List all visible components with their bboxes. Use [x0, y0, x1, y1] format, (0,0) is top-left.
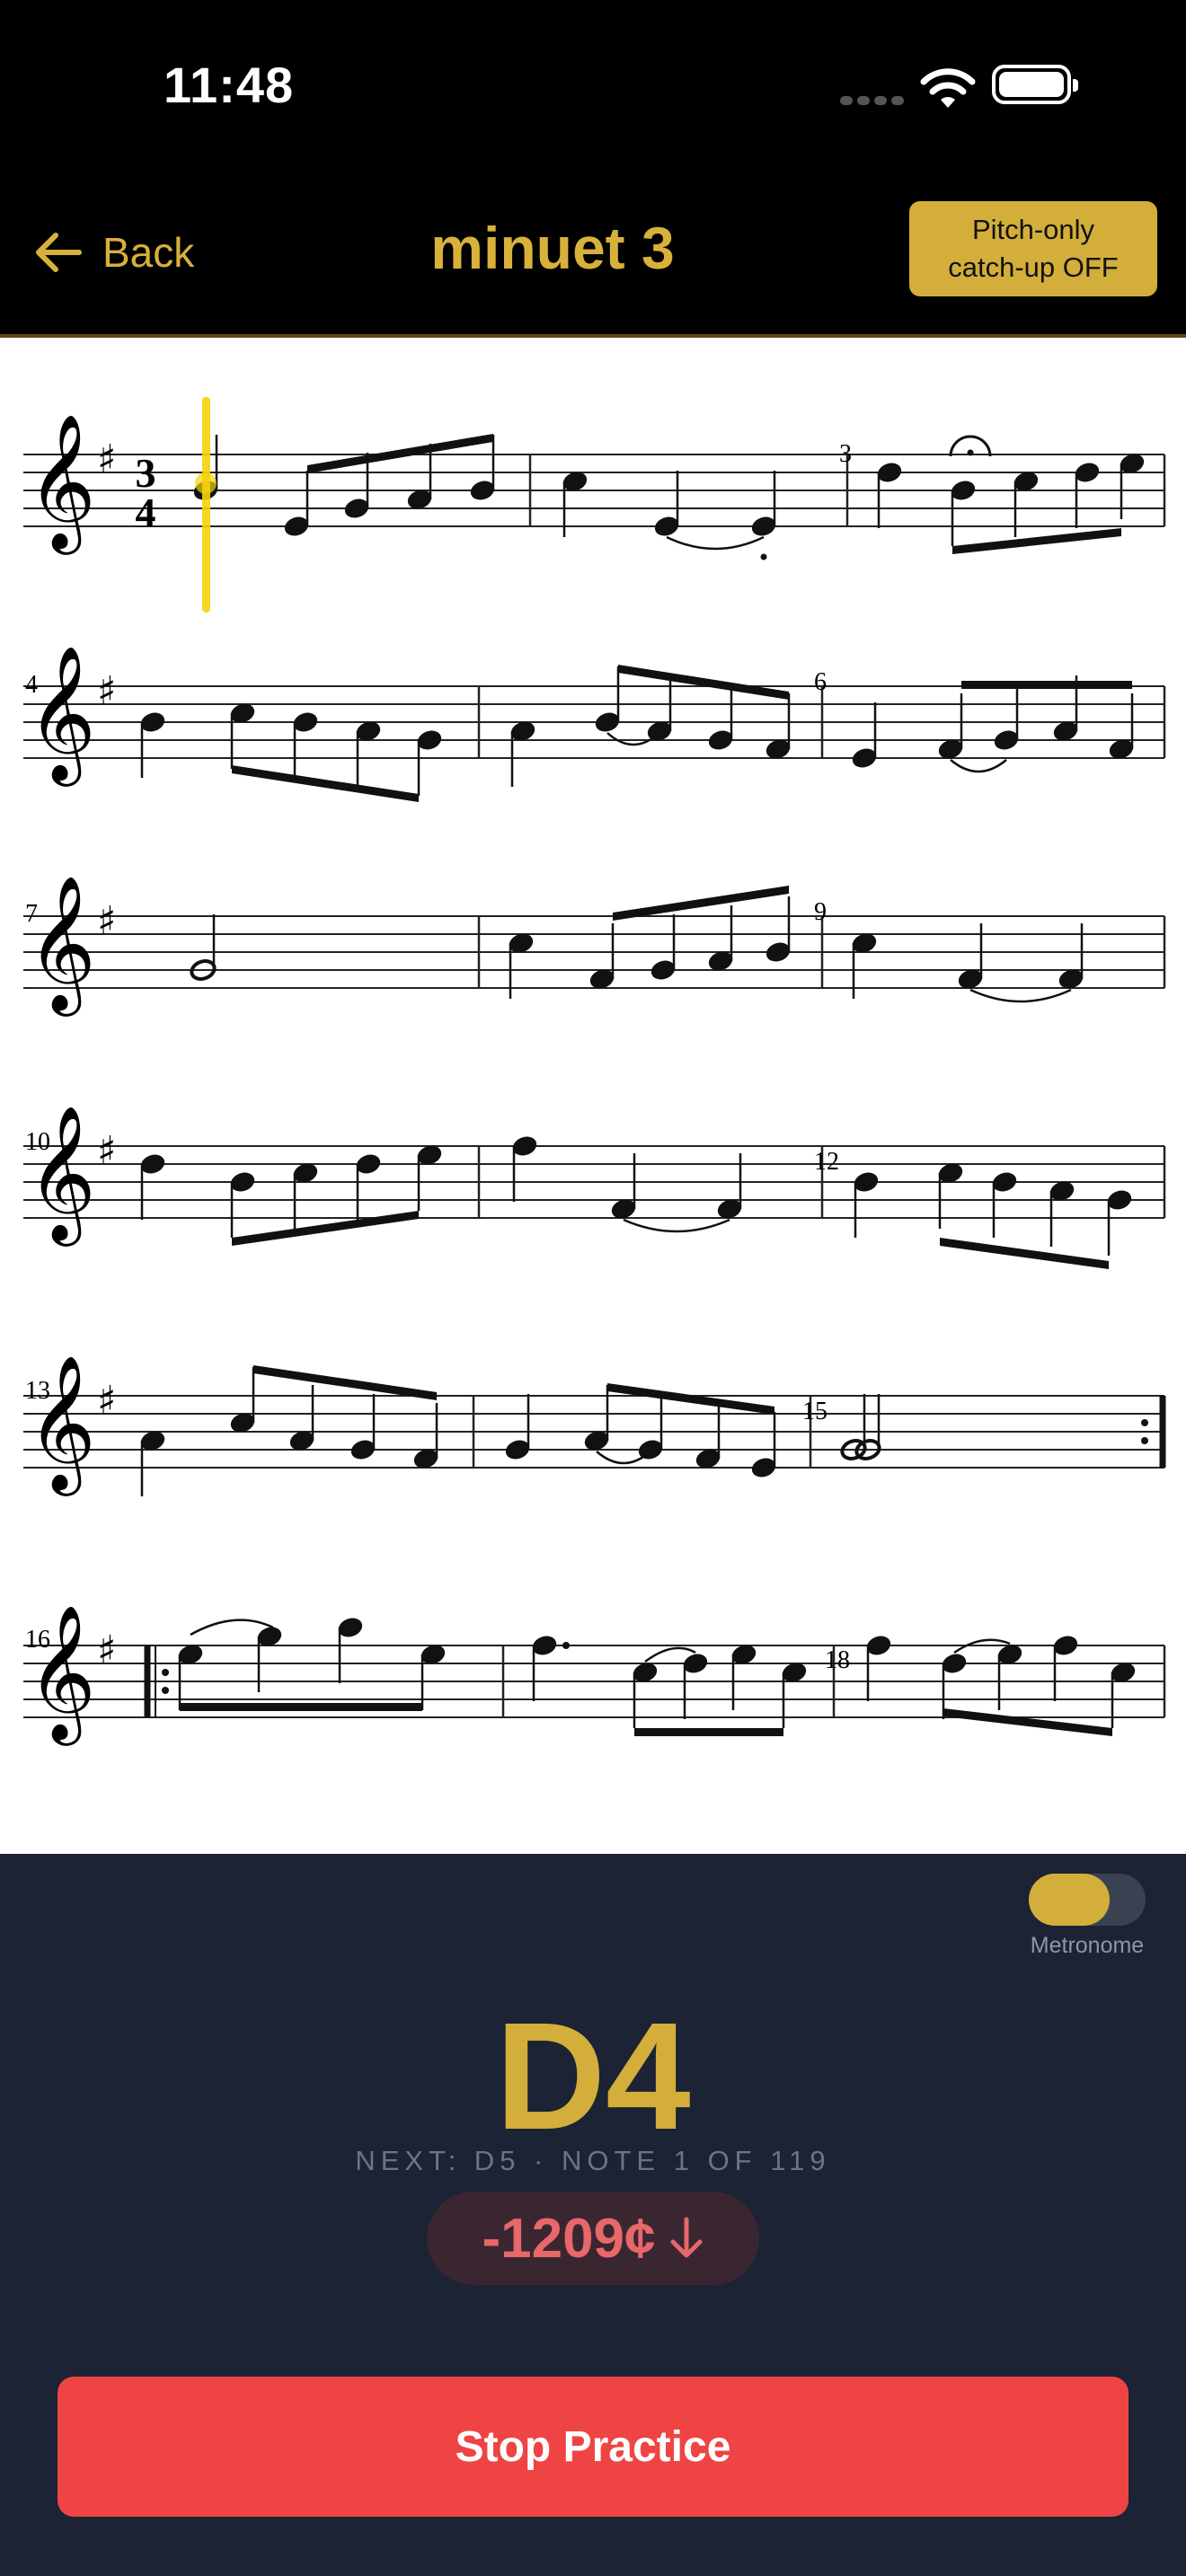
- stop-practice-button[interactable]: Stop Practice: [58, 2377, 1128, 2517]
- metronome-toggle[interactable]: [1029, 1874, 1146, 1926]
- measure-number: 16: [25, 1626, 50, 1654]
- measure-number: 18: [825, 1646, 850, 1674]
- cents-deviation-badge: -1209¢: [427, 2192, 759, 2285]
- next-note-info: NEXT: D5 · NOTE 1 OF 119: [355, 2145, 831, 2176]
- measure-number: 3: [839, 440, 852, 468]
- time-signature-bottom: 4: [136, 490, 156, 535]
- measure-number: 13: [25, 1377, 50, 1405]
- practice-panel: Metronome D4 NEXT: D5 · NOTE 1 OF 119 -1…: [0, 1854, 1186, 2576]
- sheet-music[interactable]: 𝄞 ♯ 𝄞 ♯ 𝄞 ♯ 𝄞 ♯ 𝄞 ♯ 𝄞 ♯ 3 4 6 7 9 10 12 13 15 16 18…: [0, 338, 1186, 1854]
- measure-number: 10: [25, 1128, 50, 1156]
- pitch-toggle-line1: Pitch-only: [971, 214, 1095, 246]
- cellular-signal-icon: [840, 93, 908, 110]
- measure-number: 7: [25, 900, 38, 928]
- measure-number: 4: [25, 671, 38, 699]
- pitch-toggle-line2: catch-up OFF: [948, 251, 1119, 283]
- wifi-icon: [916, 63, 979, 114]
- arrow-down-icon: [670, 2217, 703, 2258]
- measure-number: 12: [814, 1148, 839, 1176]
- measure-number: 6: [814, 668, 827, 696]
- metronome-label: Metronome: [1030, 1933, 1145, 1958]
- cents-value: -1209¢: [482, 2207, 656, 2270]
- current-note: D4: [495, 1991, 691, 2162]
- pitch-only-catch-up-toggle[interactable]: Pitch-only catch-up OFF: [909, 201, 1157, 296]
- nav-bar: Back minuet 3 Pitch-only catch-up OFF: [0, 171, 1186, 338]
- status-time: 11:48: [164, 57, 295, 113]
- status-bar: 11:48: [0, 0, 1186, 171]
- measure-number-layer: 3 4 6 7 9 10 12 13 15 16 18 3 4: [25, 440, 852, 1674]
- battery-icon: [992, 65, 1078, 104]
- measure-number: 9: [814, 898, 827, 926]
- measure-number: 15: [802, 1398, 828, 1425]
